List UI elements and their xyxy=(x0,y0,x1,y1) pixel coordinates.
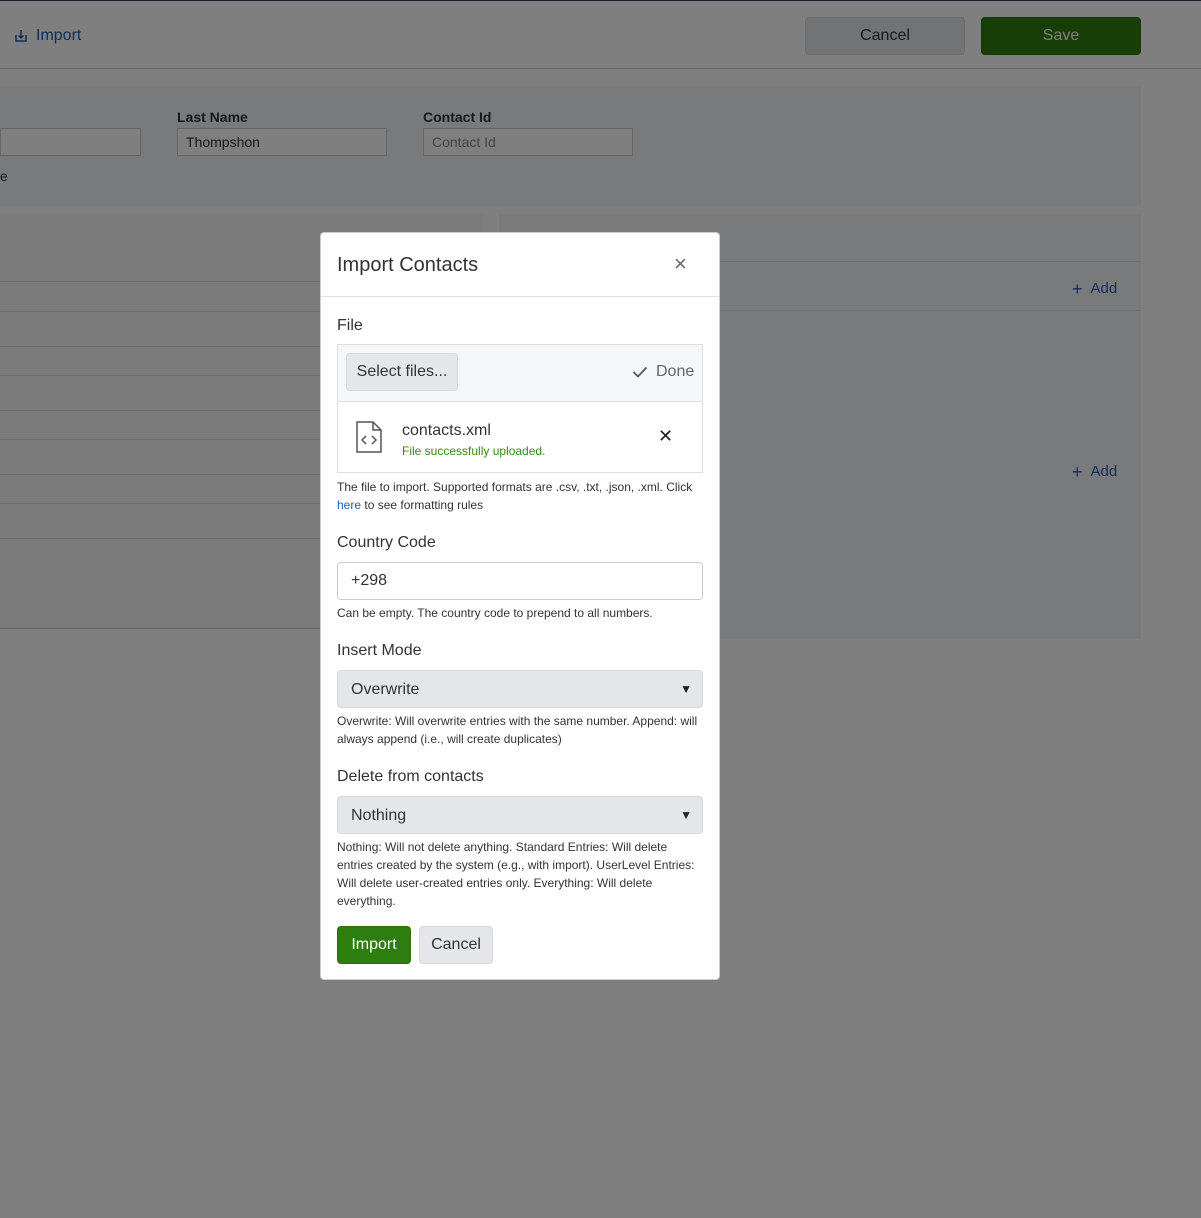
check-icon xyxy=(632,366,648,378)
delete-from-contacts-label: Delete from contacts xyxy=(337,768,484,785)
insert-mode-help: Overwrite: Will overwrite entries with t… xyxy=(337,714,698,746)
dialog-title: Import Contacts xyxy=(337,254,479,276)
file-label: File xyxy=(337,317,363,334)
file-help-text: The file to import. Supported formats ar… xyxy=(337,478,703,514)
done-label: Done xyxy=(656,363,695,380)
import-button[interactable]: Import xyxy=(337,926,411,964)
delete-from-contacts-select[interactable]: Nothing ▼ xyxy=(337,796,703,834)
delete-help: Nothing: Will not delete anything. Stand… xyxy=(337,840,695,908)
xml-file-icon xyxy=(356,421,382,453)
caret-down-icon: ▼ xyxy=(680,808,692,822)
delete-from-contacts-value: Nothing xyxy=(351,807,407,824)
file-upload: Select files... Done contacts.xml File s… xyxy=(337,344,703,473)
country-code-label: Country Code xyxy=(337,534,436,551)
file-status: File successfully uploaded. xyxy=(402,444,546,458)
country-code-input[interactable] xyxy=(337,562,703,600)
cancel-button[interactable]: Cancel xyxy=(419,926,493,964)
country-code-help: Can be empty. The country code to prepen… xyxy=(337,606,653,620)
insert-mode-label: Insert Mode xyxy=(337,642,422,659)
upload-status-done: Done xyxy=(632,363,694,381)
file-name: contacts.xml xyxy=(402,422,491,439)
uploaded-file-item: contacts.xml File successfully uploaded.… xyxy=(338,402,702,472)
select-files-button[interactable]: Select files... xyxy=(346,353,458,391)
close-icon[interactable]: × xyxy=(674,253,687,275)
remove-file-icon[interactable]: ✕ xyxy=(658,427,673,445)
insert-mode-select[interactable]: Overwrite ▼ xyxy=(337,670,703,708)
caret-down-icon: ▼ xyxy=(680,682,692,696)
import-contacts-dialog: Import Contacts × File Select files... D… xyxy=(320,232,720,980)
formatting-rules-link[interactable]: here xyxy=(337,498,361,512)
file-help-prefix: The file to import. Supported formats ar… xyxy=(337,480,693,494)
upload-toolbar: Select files... Done xyxy=(338,345,702,402)
dialog-header: Import Contacts × xyxy=(321,233,719,297)
insert-mode-value: Overwrite xyxy=(351,681,420,698)
file-help-suffix: to see formatting rules xyxy=(364,498,484,512)
